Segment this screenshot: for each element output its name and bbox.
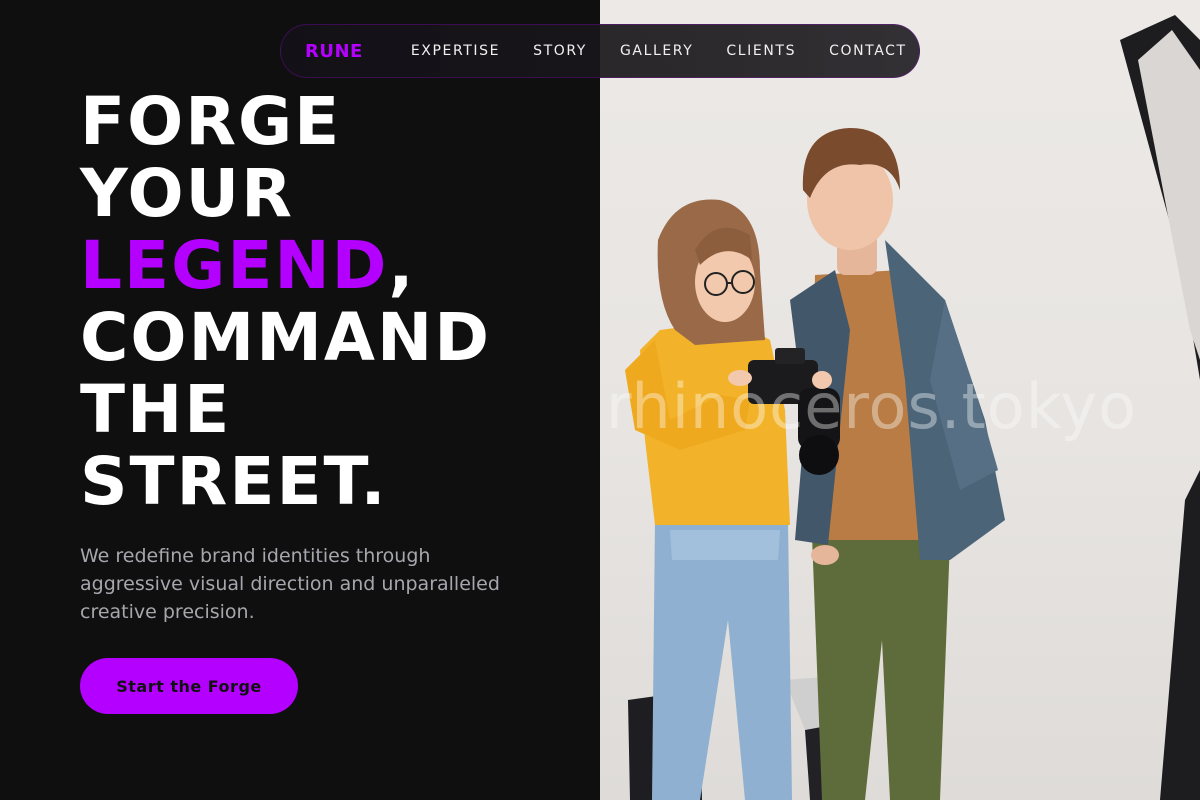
brand-logo[interactable]: RUNE: [305, 41, 363, 62]
headline-line-3: LEGEND,: [80, 230, 491, 302]
nav-link-clients[interactable]: CLIENTS: [726, 43, 796, 59]
hero-left-panel: FORGE YOUR LEGEND, COMMAND THE STREET. W…: [0, 0, 600, 800]
nav-link-expertise[interactable]: EXPERTISE: [411, 43, 500, 59]
hero-photo-panel: rhinoceros.tokyo: [600, 0, 1200, 800]
nav-link-contact[interactable]: CONTACT: [829, 43, 907, 59]
headline-line-6: STREET.: [80, 443, 388, 520]
headline-comma: ,: [388, 227, 416, 304]
headline-line-2: YOUR: [80, 155, 294, 232]
hero-headline: FORGE YOUR LEGEND, COMMAND THE STREET.: [80, 86, 491, 518]
softbox-light: [1120, 15, 1200, 800]
nav-link-story[interactable]: STORY: [533, 43, 587, 59]
nav-link-gallery[interactable]: GALLERY: [620, 43, 693, 59]
hero-subtitle: We redefine brand identities through agg…: [80, 545, 500, 623]
studio-photo: [625, 15, 1200, 800]
top-navigation: RUNE EXPERTISE STORY GALLERY CLIENTS CON…: [280, 24, 920, 78]
headline-accent-word: LEGEND: [80, 227, 389, 304]
start-the-forge-button[interactable]: Start the Forge: [80, 658, 298, 714]
headline-line-5: THE: [80, 371, 232, 448]
headline-line-4: COMMAND: [80, 299, 491, 376]
headline-line-1: FORGE: [80, 83, 342, 160]
